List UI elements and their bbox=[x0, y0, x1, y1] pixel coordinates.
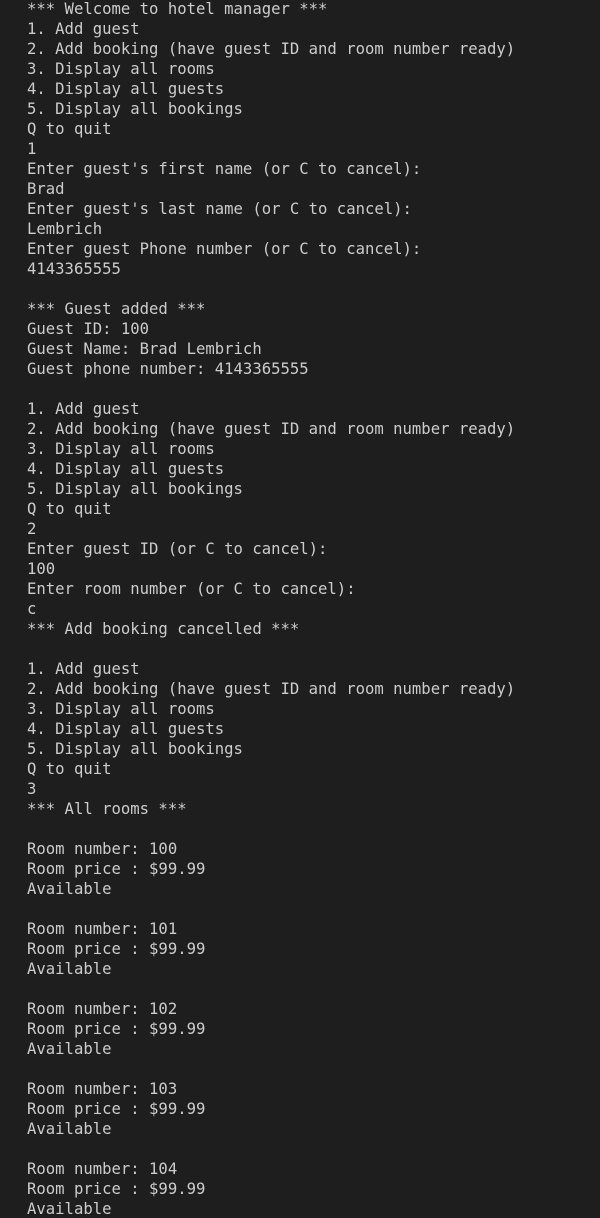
terminal-line: *** Add booking cancelled *** bbox=[27, 620, 300, 638]
terminal-line: Available bbox=[27, 1120, 112, 1138]
terminal-line: Q to quit bbox=[27, 120, 112, 138]
terminal-line: Q to quit bbox=[27, 760, 112, 778]
terminal-output: *** Welcome to hotel manager *** 1. Add g… bbox=[27, 0, 597, 1218]
terminal-line: 5. Display all bookings bbox=[27, 480, 243, 498]
terminal-line: Room price : $99.99 bbox=[27, 1100, 206, 1118]
terminal-line: 2. Add booking (have guest ID and room n… bbox=[27, 420, 516, 438]
terminal-line: *** All rooms *** bbox=[27, 800, 187, 818]
terminal-line: Lembrich bbox=[27, 220, 103, 238]
terminal-line: 3. Display all rooms bbox=[27, 440, 215, 458]
terminal-line: *** Welcome to hotel manager *** bbox=[27, 0, 328, 18]
terminal-line: Guest ID: 100 bbox=[27, 320, 150, 338]
terminal-line: Room price : $99.99 bbox=[27, 860, 206, 878]
terminal-line: Brad bbox=[27, 180, 65, 198]
terminal-line: Q to quit bbox=[27, 500, 112, 518]
terminal-line: Enter guest's first name (or C to cancel… bbox=[27, 160, 422, 178]
terminal-line: 4143365555 bbox=[27, 260, 121, 278]
terminal-line: Room number: 100 bbox=[27, 840, 178, 858]
terminal-line: *** Guest added *** bbox=[27, 300, 206, 318]
terminal-line: 4. Display all guests bbox=[27, 460, 225, 478]
terminal-line: 4. Display all guests bbox=[27, 720, 225, 738]
terminal-line: c bbox=[27, 600, 37, 618]
terminal-line: Room number: 102 bbox=[27, 1000, 178, 1018]
terminal-line: 3 bbox=[27, 780, 37, 798]
terminal-line: 1. Add guest bbox=[27, 20, 140, 38]
terminal-line: 2. Add booking (have guest ID and room n… bbox=[27, 680, 516, 698]
terminal-line: 5. Display all bookings bbox=[27, 100, 243, 118]
terminal-line: Guest Name: Brad Lembrich bbox=[27, 340, 262, 358]
terminal-line: Enter room number (or C to cancel): bbox=[27, 580, 356, 598]
terminal-line: Enter guest ID (or C to cancel): bbox=[27, 540, 328, 558]
terminal-line: Room price : $99.99 bbox=[27, 1020, 206, 1038]
terminal-line: 2. Add booking (have guest ID and room n… bbox=[27, 40, 516, 58]
terminal-line: Enter guest Phone number (or C to cancel… bbox=[27, 240, 422, 258]
terminal-line: Available bbox=[27, 960, 112, 978]
terminal-line: Room price : $99.99 bbox=[27, 1180, 206, 1198]
terminal-line: Room number: 101 bbox=[27, 920, 178, 938]
terminal-line: Room number: 103 bbox=[27, 1080, 178, 1098]
terminal-line: Room price : $99.99 bbox=[27, 940, 206, 958]
terminal-line: 1 bbox=[27, 140, 37, 158]
terminal-line: 4. Display all guests bbox=[27, 80, 225, 98]
terminal-line: Available bbox=[27, 1040, 112, 1058]
terminal-line: 100 bbox=[27, 560, 56, 578]
terminal-line: 2 bbox=[27, 520, 37, 538]
terminal-line: Enter guest's last name (or C to cancel)… bbox=[27, 200, 412, 218]
terminal-line: 1. Add guest bbox=[27, 660, 140, 678]
terminal-line: 1. Add guest bbox=[27, 400, 140, 418]
terminal-line: Available bbox=[27, 1200, 112, 1218]
terminal-line: Room number: 104 bbox=[27, 1160, 178, 1178]
terminal-line: Available bbox=[27, 880, 112, 898]
terminal-line: 5. Display all bookings bbox=[27, 740, 243, 758]
terminal-line: 3. Display all rooms bbox=[27, 700, 215, 718]
terminal-line: 3. Display all rooms bbox=[27, 60, 215, 78]
terminal-line: Guest phone number: 4143365555 bbox=[27, 360, 309, 378]
terminal-window[interactable]: *** Welcome to hotel manager *** 1. Add g… bbox=[0, 0, 600, 1218]
